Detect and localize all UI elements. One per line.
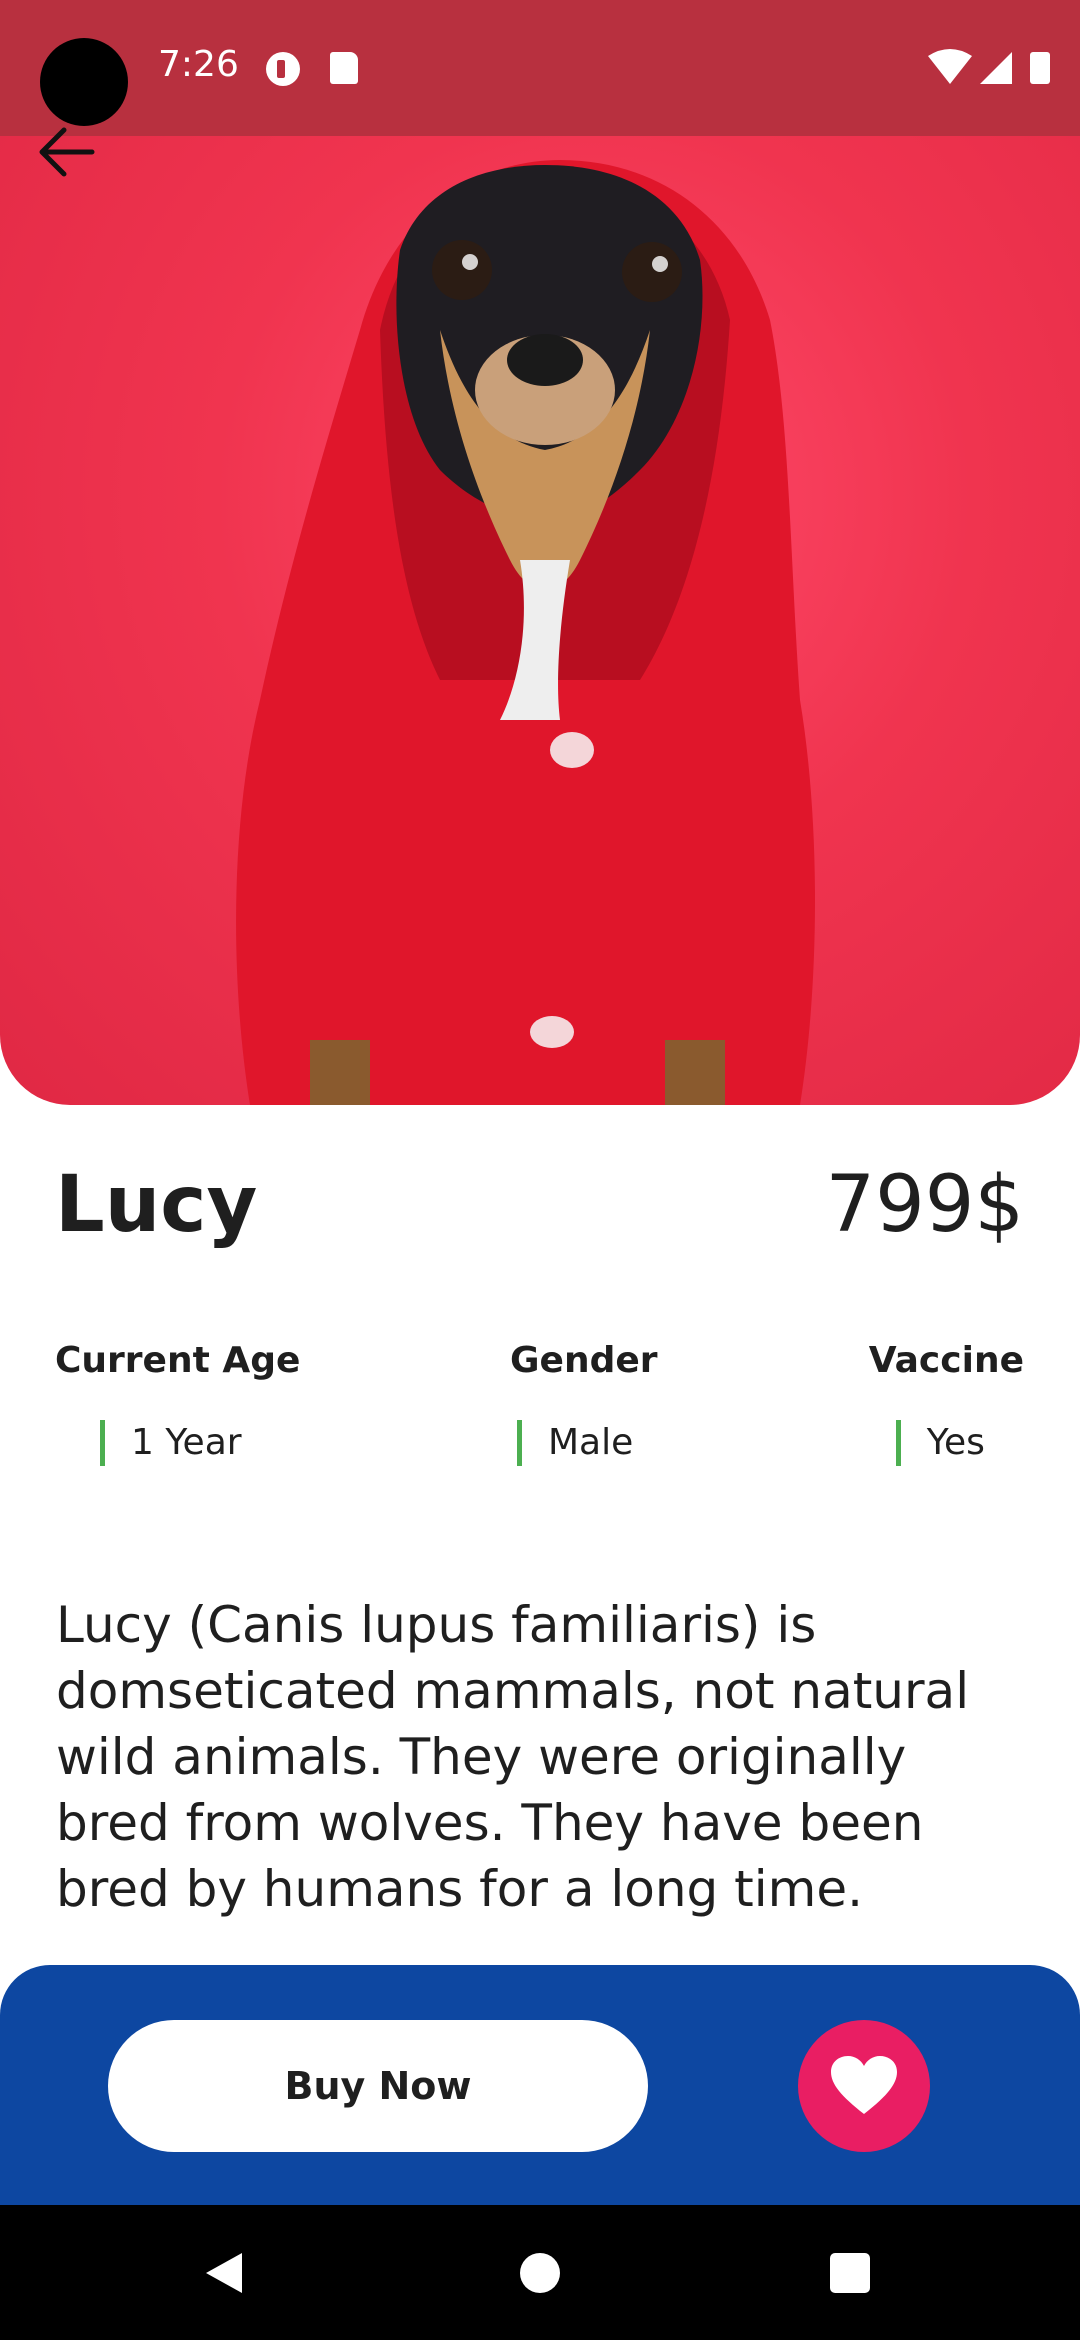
status-bar: 7:26 [0,0,1080,136]
buy-now-button[interactable]: Buy Now [108,2020,648,2152]
vaccine-value: Yes [895,1420,985,1466]
wifi-icon [928,49,972,84]
pet-description: Lucy (Canis lupus familiaris) is domseti… [56,1596,970,1918]
info-gender: Gender Male [510,1340,658,1466]
status-time: 7:26 [158,44,239,85]
gender-value: Male [517,1420,633,1466]
sd-card-icon [330,52,358,84]
arrow-left-icon [39,127,95,177]
app-notification-icon [266,52,300,86]
nav-back-icon[interactable] [202,2249,246,2297]
favorite-button[interactable] [798,2020,930,2152]
nav-recents-icon[interactable] [830,2253,870,2293]
heart-icon [831,2056,897,2114]
battery-icon [1030,52,1050,84]
info-vaccine: Vaccine Yes [868,1340,1024,1466]
pet-photo [0,0,1080,1105]
info-age: Current Age 1 Year [55,1340,301,1466]
pet-name: Lucy [55,1160,258,1250]
system-status-icons [928,49,1050,84]
pet-price: 799$ [825,1160,1024,1250]
nav-home-icon[interactable] [520,2253,560,2293]
age-label: Current Age [55,1340,301,1381]
action-bar: Buy Now [0,1965,1080,2205]
age-value: 1 Year [100,1420,242,1466]
dog-illustration [236,160,816,1105]
signal-icon [980,52,1012,84]
back-button[interactable] [36,122,104,182]
camera-cutout [40,38,128,126]
vaccine-label: Vaccine [868,1340,1024,1381]
gender-label: Gender [510,1340,658,1381]
system-nav-bar [0,2205,1080,2340]
